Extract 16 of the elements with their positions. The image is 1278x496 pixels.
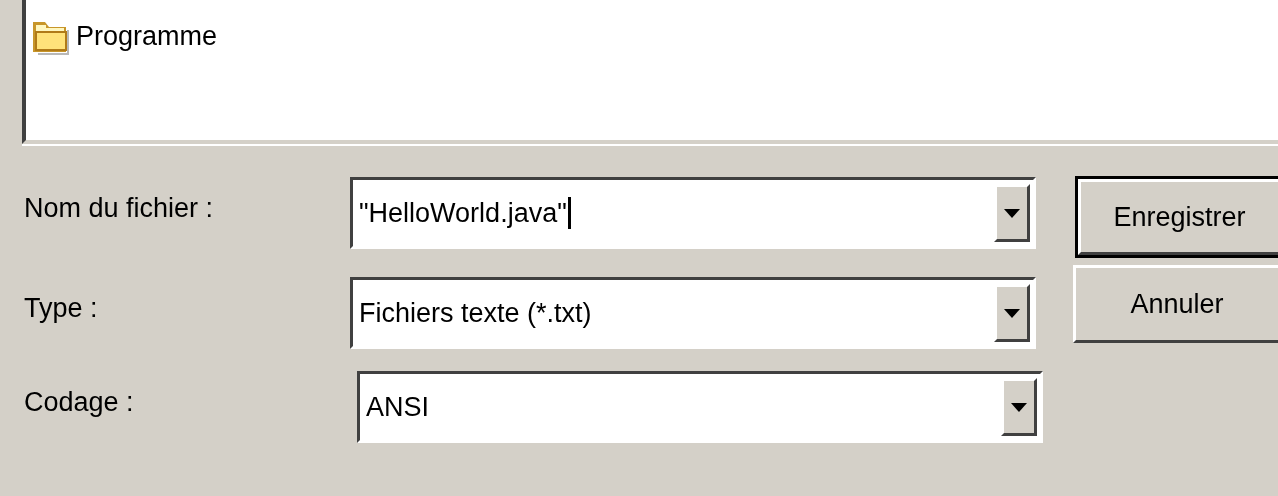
encoding-combo[interactable]: ANSI: [357, 371, 1043, 443]
file-list[interactable]: Programme: [22, 0, 1278, 144]
field-label: Nom du fichier :: [24, 192, 215, 224]
caret-icon: [1004, 308, 1020, 318]
dropdown-button[interactable]: [1001, 378, 1037, 436]
dropdown-button[interactable]: [994, 184, 1030, 242]
field-label: Codage :: [24, 386, 135, 418]
caret-icon: [1011, 402, 1027, 412]
file-name[interactable]: Programme: [76, 20, 218, 52]
type-combo[interactable]: Fichiers texte (*.txt): [350, 277, 1036, 349]
field-label: Type :: [24, 292, 99, 324]
dropdown-button[interactable]: [994, 284, 1030, 342]
caret-icon: [1004, 208, 1020, 218]
save-button[interactable]: Enregistrer: [1078, 179, 1278, 255]
file-name-combo[interactable]: "HelloWorld.java": [350, 177, 1036, 249]
cancel-button[interactable]: Annuler: [1073, 265, 1278, 343]
